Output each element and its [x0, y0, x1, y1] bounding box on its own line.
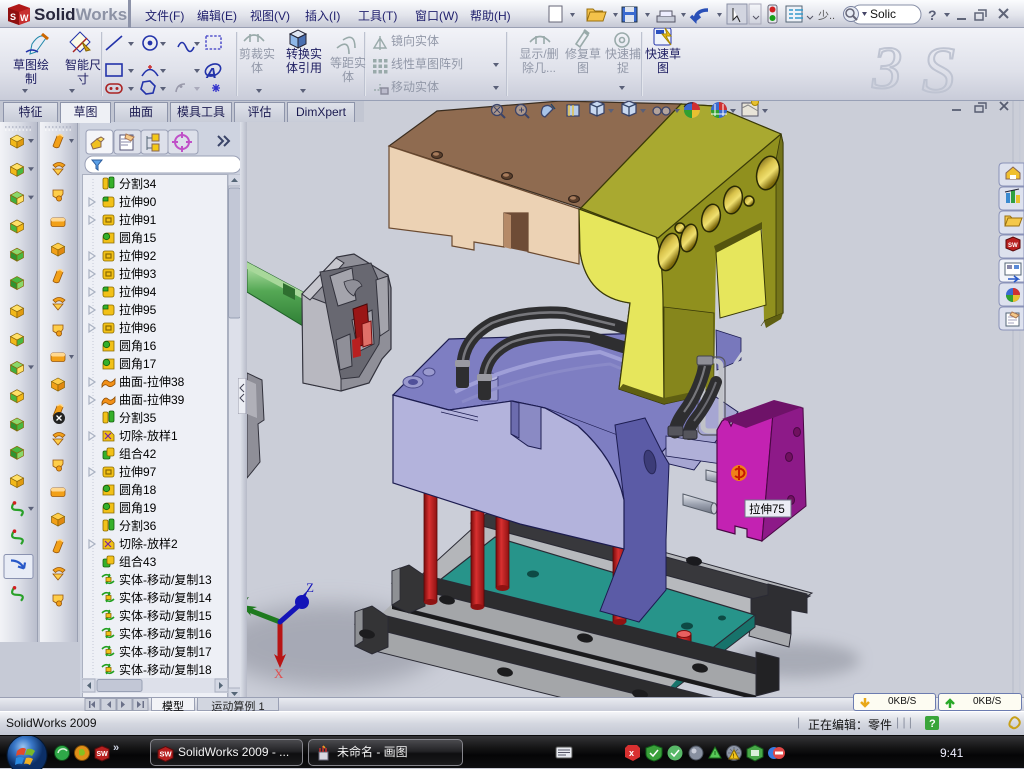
svg-text:?: ?: [928, 7, 937, 23]
svg-text:实体-移动/复制15: 实体-移动/复制15: [119, 608, 212, 623]
svg-text:X: X: [274, 666, 284, 681]
svg-text:拉伸96: 拉伸96: [119, 320, 157, 335]
svg-text:圆角18: 圆角18: [119, 483, 157, 497]
svg-text:Z: Z: [306, 580, 314, 595]
svg-text:拉伸90: 拉伸90: [119, 194, 157, 209]
svg-text:实体-移动/复制13: 实体-移动/复制13: [119, 572, 212, 587]
svg-text:A: A: [205, 65, 217, 82]
svg-text:SW: SW: [97, 751, 109, 758]
svg-text:曲面-拉伸39: 曲面-拉伸39: [119, 392, 185, 407]
svg-text:S: S: [10, 12, 16, 22]
svg-text:9:41: 9:41: [940, 746, 964, 760]
svg-text:拉伸92: 拉伸92: [119, 248, 157, 263]
svg-text:曲面-拉伸38: 曲面-拉伸38: [119, 374, 185, 389]
svg-text:圆角16: 圆角16: [119, 339, 157, 353]
svg-text:?: ?: [929, 718, 936, 730]
svg-text:切除-放样1: 切除-放样1: [119, 428, 178, 443]
svg-text:圆角15: 圆角15: [119, 231, 157, 245]
svg-text:SolidWorks: SolidWorks: [34, 5, 127, 24]
svg-text:SW: SW: [1008, 243, 1018, 249]
svg-text:Solic: Solic: [870, 7, 896, 21]
svg-text:圆角17: 圆角17: [119, 357, 157, 371]
svg-text:W: W: [20, 13, 29, 23]
svg-text:拉伸97: 拉伸97: [119, 464, 157, 479]
svg-text:分割34: 分割34: [119, 176, 157, 191]
svg-text:圆角19: 圆角19: [119, 501, 157, 515]
svg-text:切除-放样2: 切除-放样2: [119, 536, 178, 551]
svg-text:组合43: 组合43: [119, 554, 157, 569]
svg-text:分割36: 分割36: [119, 518, 157, 533]
svg-text:拉伸93: 拉伸93: [119, 266, 157, 281]
svg-text:实体-移动/复制14: 实体-移动/复制14: [119, 590, 212, 605]
svg-text:SW: SW: [160, 750, 173, 759]
svg-text:实体-移动/复制18: 实体-移动/复制18: [119, 662, 212, 677]
svg-text:实体-移动/复制16: 实体-移动/复制16: [119, 626, 212, 641]
svg-text:З: З: [872, 35, 902, 101]
svg-text:拉伸75: 拉伸75: [749, 502, 785, 516]
svg-text:S: S: [922, 34, 955, 101]
svg-text:x: x: [629, 748, 634, 758]
svg-text:拉伸91: 拉伸91: [119, 212, 157, 227]
svg-text:拉伸95: 拉伸95: [119, 302, 157, 317]
svg-text:少..: 少..: [818, 9, 835, 22]
svg-text:分割35: 分割35: [119, 410, 157, 425]
svg-text:»: »: [113, 742, 119, 754]
svg-text:实体-移动/复制17: 实体-移动/复制17: [119, 644, 212, 659]
svg-text:组合42: 组合42: [119, 446, 157, 461]
svg-text:拉伸94: 拉伸94: [119, 284, 157, 299]
